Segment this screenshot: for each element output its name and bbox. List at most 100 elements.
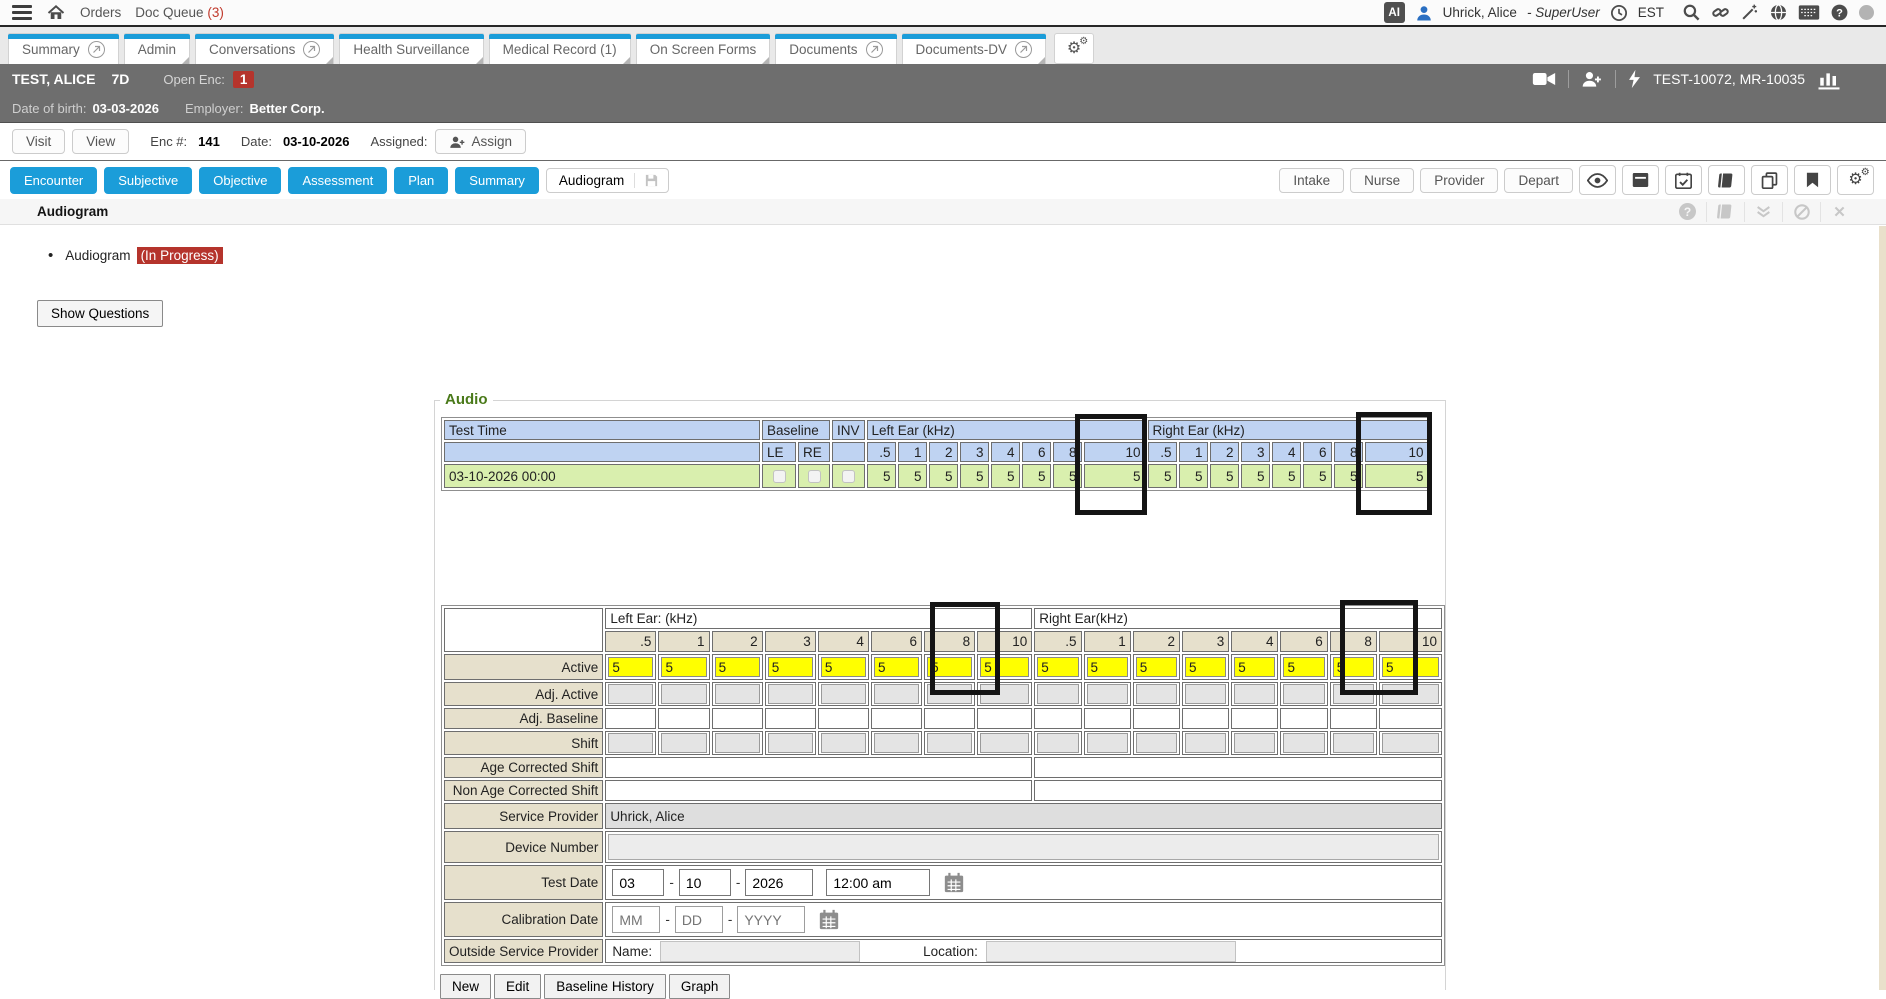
schedule-button[interactable] <box>1665 165 1702 195</box>
active-input[interactable]: 5 <box>661 657 706 677</box>
calibration-day-input[interactable] <box>675 906 723 933</box>
active-input[interactable]: 5 <box>821 657 866 677</box>
baseline-le-checkbox[interactable] <box>773 470 786 483</box>
test-time-cell[interactable]: 03-10-2026 00:00 <box>444 464 760 488</box>
outside-location-input[interactable] <box>986 941 1236 962</box>
archive-button[interactable] <box>1622 165 1659 195</box>
tab-settings-button[interactable]: ⚙⚙ <box>1054 33 1094 64</box>
section-book-button[interactable] <box>1707 203 1744 220</box>
ai-badge[interactable]: AI <box>1384 2 1405 23</box>
test-date-year-input[interactable] <box>745 869 813 896</box>
open-enc-badge[interactable]: 1 <box>233 71 255 88</box>
intake-button[interactable]: Intake <box>1279 168 1344 193</box>
home-icon[interactable] <box>46 4 66 22</box>
tab-conversations[interactable]: Conversations <box>195 33 334 64</box>
test-date-day-input[interactable] <box>679 869 731 896</box>
preview-button[interactable] <box>1579 165 1616 195</box>
plan-button[interactable]: Plan <box>394 167 448 194</box>
scrollbar[interactable] <box>1879 226 1886 990</box>
active-input[interactable]: 5 <box>1185 657 1226 677</box>
active-input[interactable]: 5 <box>1136 657 1177 677</box>
chart-note-button[interactable] <box>1708 165 1745 195</box>
globe-icon[interactable] <box>1769 3 1788 22</box>
baseline-history-button[interactable]: Baseline History <box>544 974 666 999</box>
device-number-input[interactable] <box>608 834 1439 860</box>
calendar-icon[interactable] <box>818 909 840 931</box>
new-button[interactable]: New <box>440 974 491 999</box>
section-collapse-button[interactable] <box>1745 205 1782 219</box>
nurse-button[interactable]: Nurse <box>1350 168 1414 193</box>
active-input[interactable]: 5 <box>768 657 813 677</box>
active-input[interactable]: 5 <box>980 657 1029 677</box>
active-input[interactable]: 5 <box>1037 657 1078 677</box>
orders-menu[interactable]: Orders <box>80 5 121 20</box>
help-icon[interactable]: ? <box>1830 3 1849 22</box>
section-disable-button[interactable] <box>1783 204 1820 220</box>
audiogram-link[interactable]: Audiogram <box>65 248 130 263</box>
assign-button[interactable]: Assign <box>435 129 527 154</box>
active-input[interactable]: 5 <box>608 657 653 677</box>
chart-icon[interactable] <box>1817 69 1841 90</box>
baseline-re-checkbox[interactable] <box>808 470 821 483</box>
active-input[interactable]: 5 <box>1234 657 1275 677</box>
active-input[interactable]: 5 <box>1087 657 1128 677</box>
active-input[interactable]: 5 <box>874 657 919 677</box>
test-date-month-input[interactable] <box>612 869 664 896</box>
wand-icon[interactable] <box>1740 3 1759 22</box>
active-input[interactable]: 5 <box>1382 657 1439 677</box>
doc-queue-menu[interactable]: Doc Queue (3) <box>135 5 224 20</box>
summary-button[interactable]: Summary <box>455 167 539 194</box>
video-camera-icon[interactable] <box>1532 70 1556 88</box>
assessment-button[interactable]: Assessment <box>288 167 387 194</box>
subjective-button[interactable]: Subjective <box>104 167 192 194</box>
settings-button[interactable]: ⚙⚙ <box>1837 165 1874 195</box>
add-user-icon[interactable] <box>1581 70 1603 88</box>
test-time-input[interactable] <box>826 869 930 896</box>
user-name[interactable]: Uhrick, Alice <box>1443 5 1517 20</box>
external-link-icon[interactable] <box>303 41 320 58</box>
clock-icon[interactable] <box>1610 4 1628 22</box>
tab-health-surveillance[interactable]: Health Surveillance <box>339 33 483 64</box>
depart-button[interactable]: Depart <box>1504 168 1573 193</box>
inv-checkbox[interactable] <box>842 470 855 483</box>
active-input[interactable]: 5 <box>715 657 760 677</box>
show-questions-button[interactable]: Show Questions <box>37 300 163 327</box>
link-icon[interactable] <box>1711 3 1730 22</box>
save-icon[interactable] <box>634 173 668 188</box>
edit-button[interactable]: Edit <box>494 974 541 999</box>
search-icon[interactable] <box>1682 3 1701 22</box>
audiogram-list-item[interactable]: Audiogram (In Progress) <box>48 247 223 264</box>
active-input[interactable]: 5 <box>1333 657 1374 677</box>
external-link-icon[interactable] <box>88 41 105 58</box>
view-button[interactable]: View <box>72 129 129 154</box>
tab-summary[interactable]: Summary <box>8 33 119 64</box>
calibration-year-input[interactable] <box>737 906 805 933</box>
external-link-icon[interactable] <box>866 41 883 58</box>
objective-button[interactable]: Objective <box>199 167 281 194</box>
graph-button[interactable]: Graph <box>669 974 731 999</box>
provider-button[interactable]: Provider <box>1420 168 1498 193</box>
menu-icon[interactable] <box>12 5 32 20</box>
section-close-button[interactable]: ✕ <box>1821 203 1858 221</box>
tab-admin[interactable]: Admin <box>124 33 190 64</box>
audiogram-actions: New Edit Baseline History Graph <box>440 974 730 999</box>
tab-medical-record[interactable]: Medical Record (1) <box>489 33 631 64</box>
active-input[interactable]: 5 <box>1283 657 1324 677</box>
freq-label: 10 <box>1379 631 1442 652</box>
external-link-icon[interactable] <box>1015 41 1032 58</box>
outside-name-input[interactable] <box>660 941 860 962</box>
audiogram-doc-tab[interactable]: Audiogram <box>546 168 669 193</box>
tab-documents[interactable]: Documents <box>775 33 896 64</box>
audio-test-row[interactable]: 03-10-2026 00:00 5 5 5 5 5 5 5 5 5 5 5 5… <box>444 464 1429 488</box>
section-help-button[interactable]: ? <box>1669 203 1706 220</box>
tab-on-screen-forms[interactable]: On Screen Forms <box>636 33 771 64</box>
calibration-month-input[interactable] <box>612 906 660 933</box>
bookmark-button[interactable] <box>1794 165 1831 195</box>
active-input[interactable]: 5 <box>927 657 972 677</box>
visit-button[interactable]: Visit <box>12 129 65 154</box>
encounter-button[interactable]: Encounter <box>10 167 97 194</box>
calendar-icon[interactable] <box>943 872 965 894</box>
copy-button[interactable] <box>1751 165 1788 195</box>
tab-documents-dv[interactable]: Documents-DV <box>902 33 1047 64</box>
keyboard-icon[interactable] <box>1798 4 1820 21</box>
